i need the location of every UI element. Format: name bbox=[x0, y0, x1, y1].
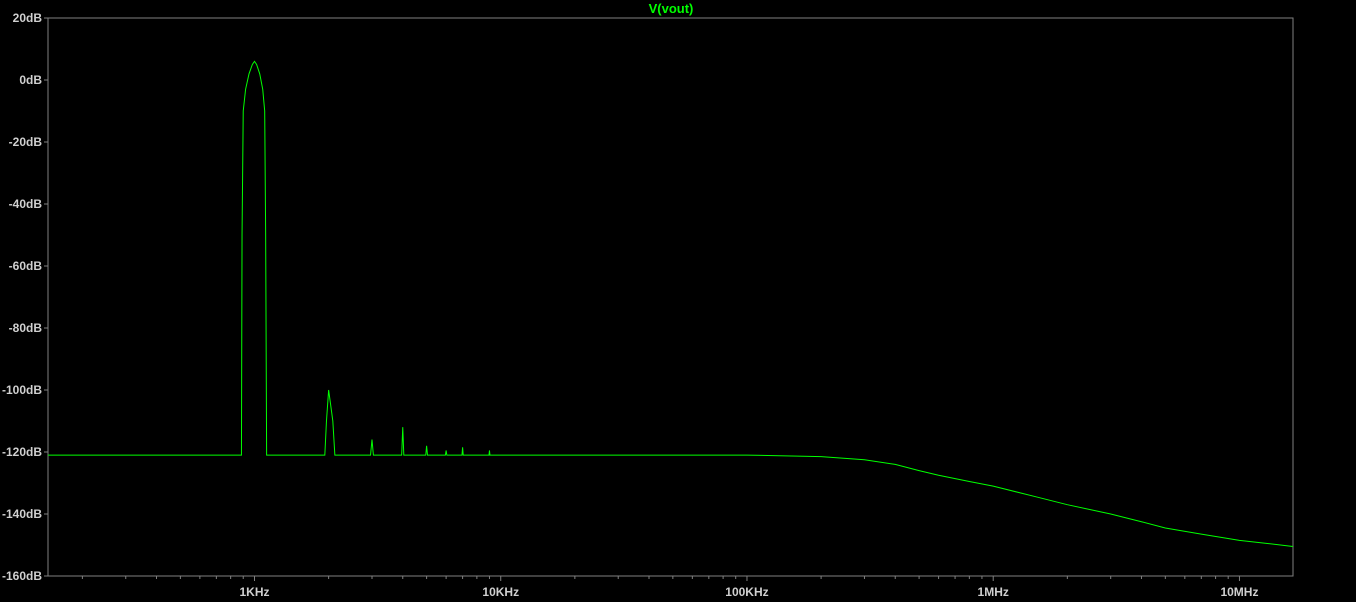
chart-title: V(vout) bbox=[649, 1, 694, 16]
y-axis: 20dB 0dB -20dB -40dB -60dB -80dB -100dB -120dB -… bbox=[2, 11, 48, 583]
y-tick-label: -100dB bbox=[2, 383, 42, 397]
y-tick-label: -80dB bbox=[9, 321, 43, 335]
x-axis: 1KHz 10KHz 100KHz 1MHz 10MHz bbox=[81, 576, 1258, 599]
y-tick-label: -60dB bbox=[9, 259, 43, 273]
x-tick-label: 100KHz bbox=[725, 585, 768, 599]
y-tick-label: -120dB bbox=[2, 445, 42, 459]
y-tick-label: 0dB bbox=[19, 73, 42, 87]
y-tick-label: -160dB bbox=[2, 569, 42, 583]
x-tick-label: 1KHz bbox=[239, 585, 269, 599]
trace-vout bbox=[48, 60, 1294, 548]
plot-frame bbox=[47, 17, 1294, 577]
y-tick-label: 20dB bbox=[13, 11, 43, 25]
y-tick-label: -40dB bbox=[9, 197, 43, 211]
y-tick-label: -20dB bbox=[9, 135, 43, 149]
x-tick-label: 1MHz bbox=[978, 585, 1009, 599]
bode-plot: V(vout) 20dB 0dB -20dB -40dB -60dB -80dB -100d… bbox=[2, 1, 1294, 599]
x-tick-label: 10MHz bbox=[1220, 585, 1258, 599]
y-tick-label: -140dB bbox=[2, 507, 42, 521]
x-tick-label: 10KHz bbox=[482, 585, 519, 599]
